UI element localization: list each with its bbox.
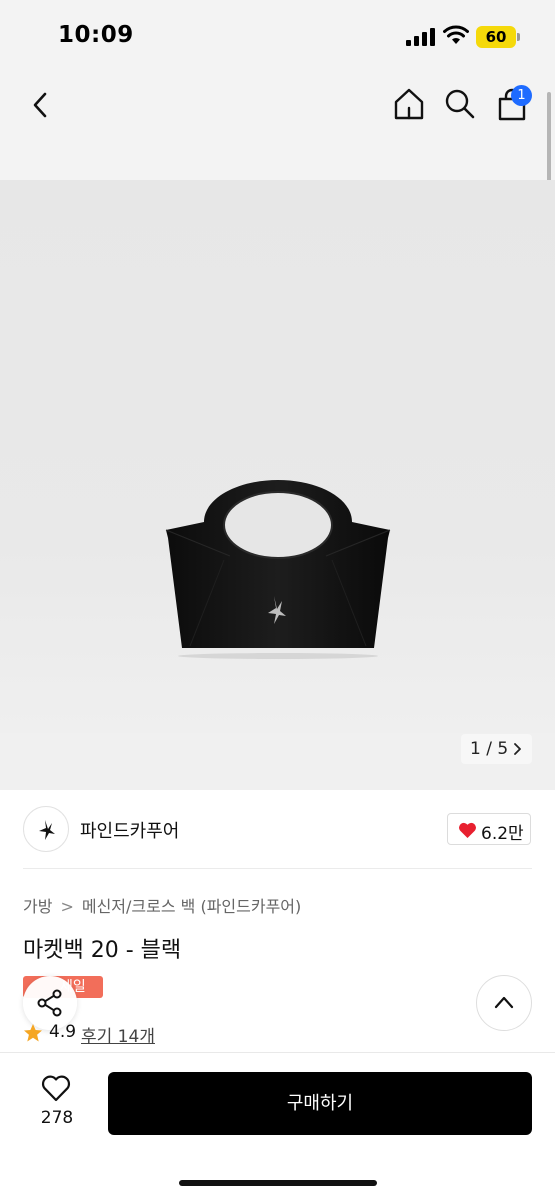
breadcrumb: 가방 > 메신저/크로스 백 (파인드카푸어) [23,893,301,917]
battery-tip [517,33,520,41]
brand-row: 파인드카푸어 6.2만 [0,790,555,870]
brand-logo[interactable] [23,806,69,852]
wishlist-button[interactable]: 278 [28,1073,86,1137]
buy-button[interactable]: 구매하기 [108,1072,532,1135]
battery-icon: 60 [476,26,516,48]
chevron-left-icon[interactable] [26,90,56,120]
breadcrumb-item-subcategory[interactable]: 메신저/크로스 백 (파인드카푸어) [82,897,301,916]
image-counter-text: 1 / 5 [470,739,509,759]
brand-name[interactable]: 파인드카푸어 [80,817,179,843]
scrollbar[interactable] [547,92,551,186]
product-image-gallery[interactable]: 1 / 5 [0,180,555,790]
signal-icon [406,28,435,46]
breadcrumb-item-category[interactable]: 가방 [23,897,52,916]
breadcrumb-separator: > [60,897,74,916]
chevron-right-icon [514,743,521,755]
search-icon[interactable] [444,88,476,120]
rating-value: 4.9 [49,1022,77,1042]
product-title: 마켓백 20 - 블랙 [23,938,182,963]
wifi-icon [443,25,469,44]
product-image [165,480,391,659]
chevron-up-icon [494,996,514,1009]
review-count-link[interactable]: 후기 14개 [81,1022,155,1047]
divider [23,868,532,869]
status-bar: 10:09 60 [0,0,555,72]
status-time: 10:09 [58,22,134,48]
image-counter[interactable]: 1 / 5 [461,734,532,764]
share-icon [37,989,62,1017]
bottom-action-bar: 278 구매하기 [0,1052,555,1200]
brand-like-button[interactable]: 6.2만 [447,813,531,845]
top-nav-bar: 1 [0,72,555,180]
home-icon[interactable] [392,87,426,121]
wishlist-count: 278 [40,1108,74,1128]
heart-icon [459,822,476,838]
scroll-to-top-button[interactable] [476,975,532,1031]
brand-logo-icon [39,820,55,840]
star-icon [24,1024,42,1042]
heart-outline-icon [41,1075,71,1102]
home-indicator [179,1180,377,1186]
brand-like-count: 6.2만 [481,824,524,844]
cart-count-badge: 1 [511,85,532,106]
